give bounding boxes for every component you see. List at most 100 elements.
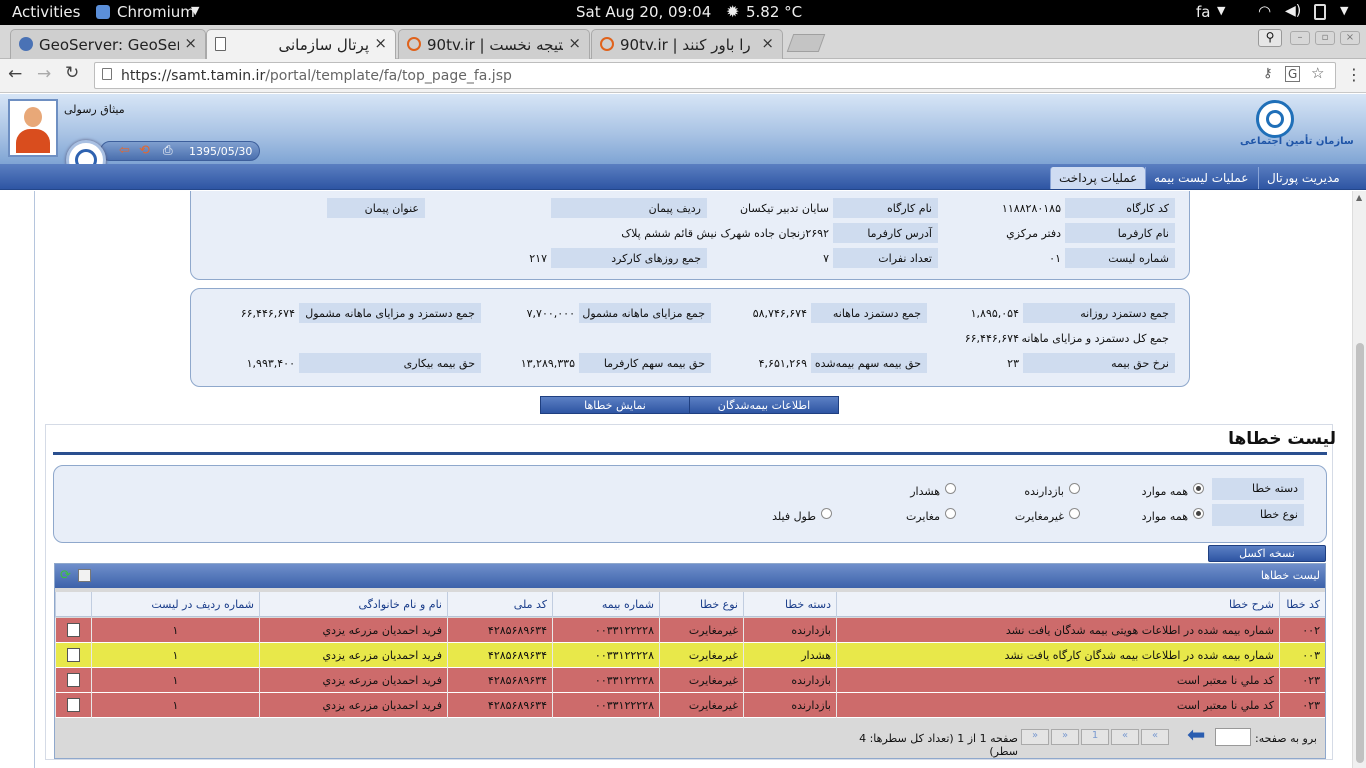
language-indicator[interactable]: fa [1196, 3, 1210, 21]
address-bar[interactable]: https://samt.tamin.ir/portal/template/fa… [94, 62, 1336, 89]
translate-icon[interactable]: G [1285, 66, 1301, 82]
minimize-icon[interactable]: – [1290, 31, 1310, 45]
menu-icon[interactable]: ⋮ [1346, 65, 1362, 84]
star-icon[interactable]: ☆ [1311, 64, 1324, 82]
row-detail-button[interactable] [55, 668, 91, 693]
table-row[interactable]: ۰۰۲ شماره بیمه شده در اطلاعات هویتی بیمه … [55, 618, 1325, 643]
col-error-desc[interactable]: شرح خطا [836, 592, 1279, 617]
col-insurance-number[interactable]: شماره بیمه [552, 592, 659, 617]
activities-button[interactable]: Activities [12, 3, 80, 21]
errors-grid: لیست خطاها ⟳ کد خطا شرح خطا دسته خطا نوع… [54, 563, 1326, 759]
page-scrollbar[interactable]: ▲ [1352, 191, 1366, 768]
battery-icon[interactable] [1314, 4, 1326, 20]
show-errors-button[interactable]: نمایش خطاها [540, 396, 690, 414]
menu-insurance-list[interactable]: عملیات لیست بیمه [1145, 167, 1256, 189]
employer-share-label: حق بیمه سهم کارفرما [579, 353, 711, 373]
key-icon[interactable]: ⚷ [1263, 66, 1273, 81]
col-error-category[interactable]: دسته خطا [743, 592, 836, 617]
menu-portal-management[interactable]: مدیریت پورتال [1258, 167, 1348, 189]
workshop-name-label: نام کارگاه [833, 198, 938, 218]
table-row[interactable]: ۰۰۳ شماره بیمه شده در اطلاعات بیمه شدگان … [55, 643, 1325, 668]
table-row[interactable]: ۰۲۳ کد ملي نا معتبر است بازدارنده غیرمغایرت… [55, 693, 1325, 718]
back-icon[interactable]: ← [8, 64, 22, 84]
col-action [55, 592, 91, 617]
col-row-number[interactable]: شماره ردیف در لیست [91, 592, 259, 617]
col-national-code[interactable]: کد ملی [447, 592, 552, 617]
tab-geoserver[interactable]: GeoServer: GeoSer × [10, 29, 206, 59]
type-nonmismatch-radio[interactable] [1069, 508, 1080, 519]
category-blocking-radio[interactable] [1069, 483, 1080, 494]
col-full-name[interactable]: نام و نام خانوادگی [259, 592, 447, 617]
back-arrow-icon[interactable]: ⇦ [119, 143, 130, 158]
workshop-code-label: کد کارگاه [1065, 198, 1175, 218]
scrollbar-thumb[interactable] [1356, 343, 1364, 763]
scroll-up-icon[interactable]: ▲ [1356, 193, 1362, 202]
workshop-name: سایان تدبیر تیکسان [739, 202, 829, 215]
row-detail-button[interactable] [55, 693, 91, 718]
close-icon[interactable]: × [761, 34, 774, 52]
cell-error-code: ۰۲۳ [1279, 693, 1325, 718]
close-icon[interactable]: × [184, 34, 197, 52]
row-detail-button[interactable] [55, 643, 91, 668]
page-icon [215, 37, 226, 51]
profile-icon[interactable]: ⚲ [1258, 29, 1282, 47]
close-icon[interactable]: × [568, 34, 581, 52]
print-icon[interactable]: ⎙ [163, 143, 173, 158]
contract-title-label: عنوان پیمان [327, 198, 425, 218]
category-warning-radio[interactable] [945, 483, 956, 494]
tab-portal[interactable]: پرتال سازمانی × [206, 29, 396, 60]
volume-icon[interactable]: ◀) [1285, 3, 1301, 19]
cell-insurance-number: ۰۰۳۳۱۲۲۲۲۸ [552, 693, 659, 718]
type-field-length-radio[interactable] [821, 508, 832, 519]
cell-error-code: ۰۲۳ [1279, 668, 1325, 693]
next-page-button[interactable]: » [1051, 729, 1079, 745]
category-all-radio[interactable] [1193, 483, 1204, 494]
new-tab-button[interactable] [786, 34, 826, 52]
type-all-radio[interactable] [1193, 508, 1204, 519]
last-page-button[interactable]: » [1021, 729, 1049, 745]
cell-error-code: ۰۰۳ [1279, 643, 1325, 668]
tab-90tv-1[interactable]: 90tv.ir | نتیجه نخست × [398, 29, 590, 59]
col-error-code[interactable]: کد خطا [1279, 592, 1325, 617]
first-page-button[interactable]: « [1141, 729, 1169, 745]
prev-page-button[interactable]: « [1111, 729, 1139, 745]
reload-icon[interactable]: ↻ [65, 63, 79, 83]
cell-full-name: فرید احمدیان مزرعه یزدي [259, 643, 447, 668]
content-area: کد کارگاه ۱۱۸۸۲۸۰۱۸۵ نام کارگاه سایان تد… [34, 191, 1350, 768]
grid-header: کد خطا شرح خطا دسته خطا نوع خطا شماره بی… [55, 592, 1325, 617]
tab-90tv-2[interactable]: 90tv.ir | را باور کنند × [591, 29, 783, 59]
close-icon[interactable]: × [374, 34, 387, 52]
forward-icon[interactable]: → [37, 64, 51, 84]
maximize-icon[interactable]: ▫ [1315, 31, 1335, 45]
clock[interactable]: Sat Aug 20, 09:04 [576, 3, 711, 21]
cell-full-name: فرید احمدیان مزرعه یزدي [259, 668, 447, 693]
geoserver-icon [19, 37, 33, 51]
errors-title: لیست خطاها [1228, 429, 1336, 449]
total-label: جمع کل دستمزد و مزایای ماهانه [1021, 332, 1169, 345]
row-detail-button[interactable] [55, 618, 91, 643]
refresh-icon[interactable]: ⟲ [139, 143, 150, 158]
app-menu[interactable]: Chromium [117, 3, 195, 21]
goto-page-input[interactable] [1215, 728, 1251, 746]
menu-payment[interactable]: عملیات پرداخت [1050, 167, 1146, 189]
avatar-head [24, 107, 42, 127]
grid-settings-icon[interactable] [78, 569, 91, 582]
insured-info-button[interactable]: اطلاعات بیمه‌شدگان [689, 396, 839, 414]
excel-button[interactable]: نسخه اکسل [1208, 545, 1326, 562]
type-mismatch-radio[interactable] [945, 508, 956, 519]
cell-full-name: فرید احمدیان مزرعه یزدي [259, 618, 447, 643]
employer: دفتر مرکزي [1006, 227, 1061, 240]
document-icon [67, 698, 80, 712]
cell-full-name: فرید احمدیان مزرعه یزدي [259, 693, 447, 718]
close-window-icon[interactable]: × [1340, 31, 1360, 45]
employer-label: نام کارفرما [1065, 223, 1175, 243]
col-error-type[interactable]: نوع خطا [659, 592, 743, 617]
chevron-down-icon: ▼ [1217, 4, 1226, 17]
refresh-icon[interactable]: ⟳ [60, 568, 71, 583]
go-arrow-icon[interactable]: ⬅ [1187, 725, 1205, 747]
cell-row-number: ۱ [91, 693, 259, 718]
table-row[interactable]: ۰۲۳ کد ملي نا معتبر است بازدارنده غیرمغایرت… [55, 668, 1325, 693]
wifi-icon[interactable]: ◠ [1258, 2, 1271, 20]
current-page-button[interactable]: 1 [1081, 729, 1109, 745]
employer-address-label: آدرس کارفرما [833, 223, 938, 243]
